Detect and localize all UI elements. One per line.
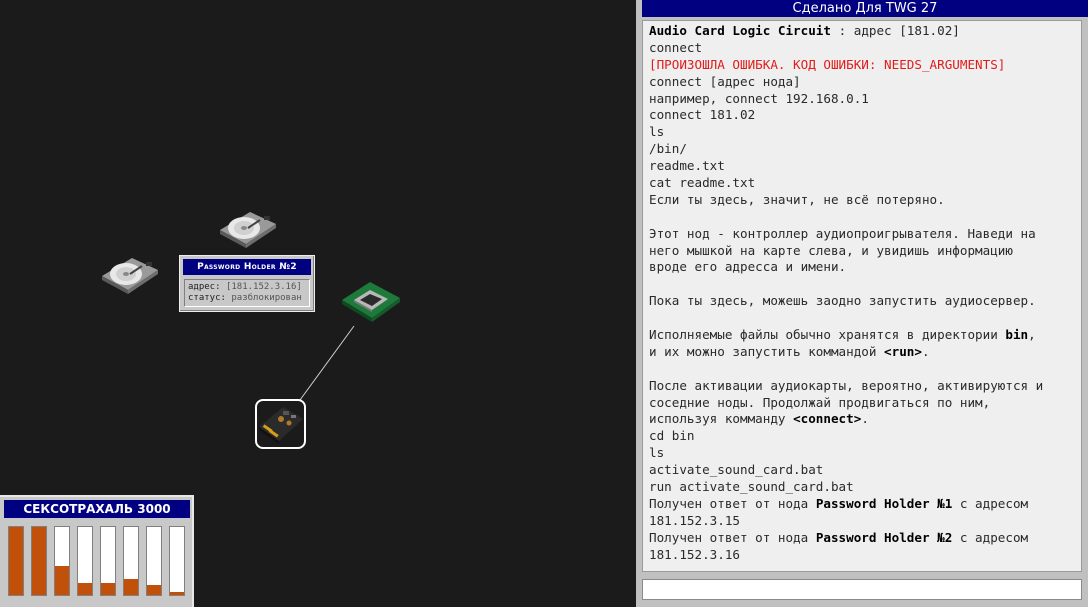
equalizer-bar-level: [124, 579, 138, 595]
terminal-line: Получен ответ от нода Password Holder №1…: [649, 495, 1029, 511]
equalizer-bar: [77, 526, 93, 596]
terminal-highlight: Password Holder №2: [815, 529, 953, 545]
equalizer-bar-level: [101, 583, 115, 595]
terminal-error-line: [ПРОИЗОШЛА ОШИБКА. КОД ОШИБКИ: NEEDS_ARG…: [649, 56, 1006, 72]
terminal-line: 181.152.3.15: [649, 512, 740, 528]
hard-drive-node-1[interactable]: [98, 248, 162, 298]
equalizer-bar: [169, 526, 185, 596]
terminal-line: connect: [649, 39, 703, 55]
terminal-line: После активации аудиокарты, вероятно, ак…: [649, 377, 1044, 393]
terminal-highlight: bin: [1005, 327, 1029, 343]
terminal-line: Этот нод - контроллер аудиопроигрывателя…: [649, 225, 1036, 241]
terminal-output: Audio Card Logic Circuit : адрес [181.02…: [642, 20, 1082, 572]
terminal-line: ls: [649, 445, 665, 461]
terminal-line: /bin/: [649, 141, 687, 157]
terminal-title: Сделано Для TWG 27: [642, 0, 1088, 17]
terminal-highlight: Audio Card Logic Circuit: [649, 23, 831, 38]
terminal-line: него мышкой на карте слева, и увидишь ин…: [649, 242, 1013, 258]
equalizer-title: СЕКСОТРАХАЛЬ 3000: [4, 500, 190, 518]
terminal-highlight: <connect>: [793, 411, 862, 427]
equalizer-bar: [123, 526, 139, 596]
terminal-line: cd bin: [649, 428, 695, 444]
hard-drive-icon: [220, 212, 276, 248]
equalizer-bar-level: [78, 583, 92, 595]
tooltip-status-label: статус:: [188, 293, 226, 303]
equalizer-bar-level: [9, 527, 23, 595]
tooltip-status-value: разблокирован: [231, 293, 302, 303]
terminal-line: и их можно запустить коммандой <run>.: [649, 343, 930, 359]
sound-card-icon: [259, 407, 303, 444]
terminal-input[interactable]: [642, 579, 1082, 600]
equalizer-bar: [8, 526, 24, 596]
terminal-line: activate_sound_card.bat: [649, 462, 824, 478]
equalizer-bars: [8, 526, 186, 596]
terminal-line: например, connect 192.168.0.1: [649, 90, 869, 106]
node-tooltip: Password Holder №2 адрес: [181.152.3.16]…: [179, 255, 315, 312]
terminal-line: Получен ответ от нода Password Holder №2…: [649, 529, 1029, 545]
terminal-line: Audio Card Logic Circuit : адрес [181.02…: [649, 23, 960, 38]
terminal-highlight: Password Holder №1: [815, 495, 953, 511]
terminal-line: connect [адрес нода]: [649, 73, 801, 89]
equalizer-bar-level: [55, 566, 69, 595]
tooltip-address-value: [181.152.3.16]: [225, 282, 302, 292]
tooltip-title: Password Holder №2: [183, 259, 311, 275]
equalizer-bar-level: [32, 527, 46, 595]
terminal-line: connect 181.02: [649, 107, 756, 123]
equalizer-bar-level: [170, 591, 184, 595]
sound-card-node[interactable]: [255, 399, 306, 449]
terminal-line: соседние ноды. Продолжай продвигаться по…: [649, 394, 991, 410]
cpu-node[interactable]: [340, 278, 402, 326]
terminal-line: Если ты здесь, значит, не всё потеряно.: [649, 191, 945, 207]
terminal-line: вроде его адресса и имени.: [649, 259, 847, 275]
equalizer-bar: [54, 526, 70, 596]
equalizer-bar: [146, 526, 162, 596]
tooltip-address-label: адрес:: [188, 282, 221, 292]
terminal-line: cat readme.txt: [649, 175, 756, 191]
terminal-highlight: <run>: [884, 343, 922, 359]
hard-drive-icon: [102, 258, 158, 294]
terminal-line: используя комманду <connect>.: [649, 411, 869, 427]
terminal-line: Пока ты здесь, можешь заодно запустить а…: [649, 293, 1036, 309]
terminal-line: 181.152.3.16: [649, 546, 740, 562]
terminal-line: readme.txt: [649, 158, 725, 174]
terminal-line: run activate_sound_card.bat: [649, 479, 854, 495]
terminal-line: Исполняемые файлы обычно хранятся в дире…: [649, 327, 1036, 343]
equalizer-window: СЕКСОТРАХАЛЬ 3000: [0, 495, 194, 607]
tooltip-body: адрес: [181.152.3.16] статус: разблокиро…: [184, 279, 310, 307]
terminal-line: ls: [649, 124, 665, 140]
hard-drive-node-2[interactable]: [216, 202, 280, 252]
cpu-chip-icon: [342, 282, 400, 322]
equalizer-bar-level: [147, 584, 161, 595]
equalizer-bar: [100, 526, 116, 596]
terminal-window: Сделано Для TWG 27 Audio Card Logic Circ…: [636, 0, 1088, 607]
equalizer-bar: [31, 526, 47, 596]
